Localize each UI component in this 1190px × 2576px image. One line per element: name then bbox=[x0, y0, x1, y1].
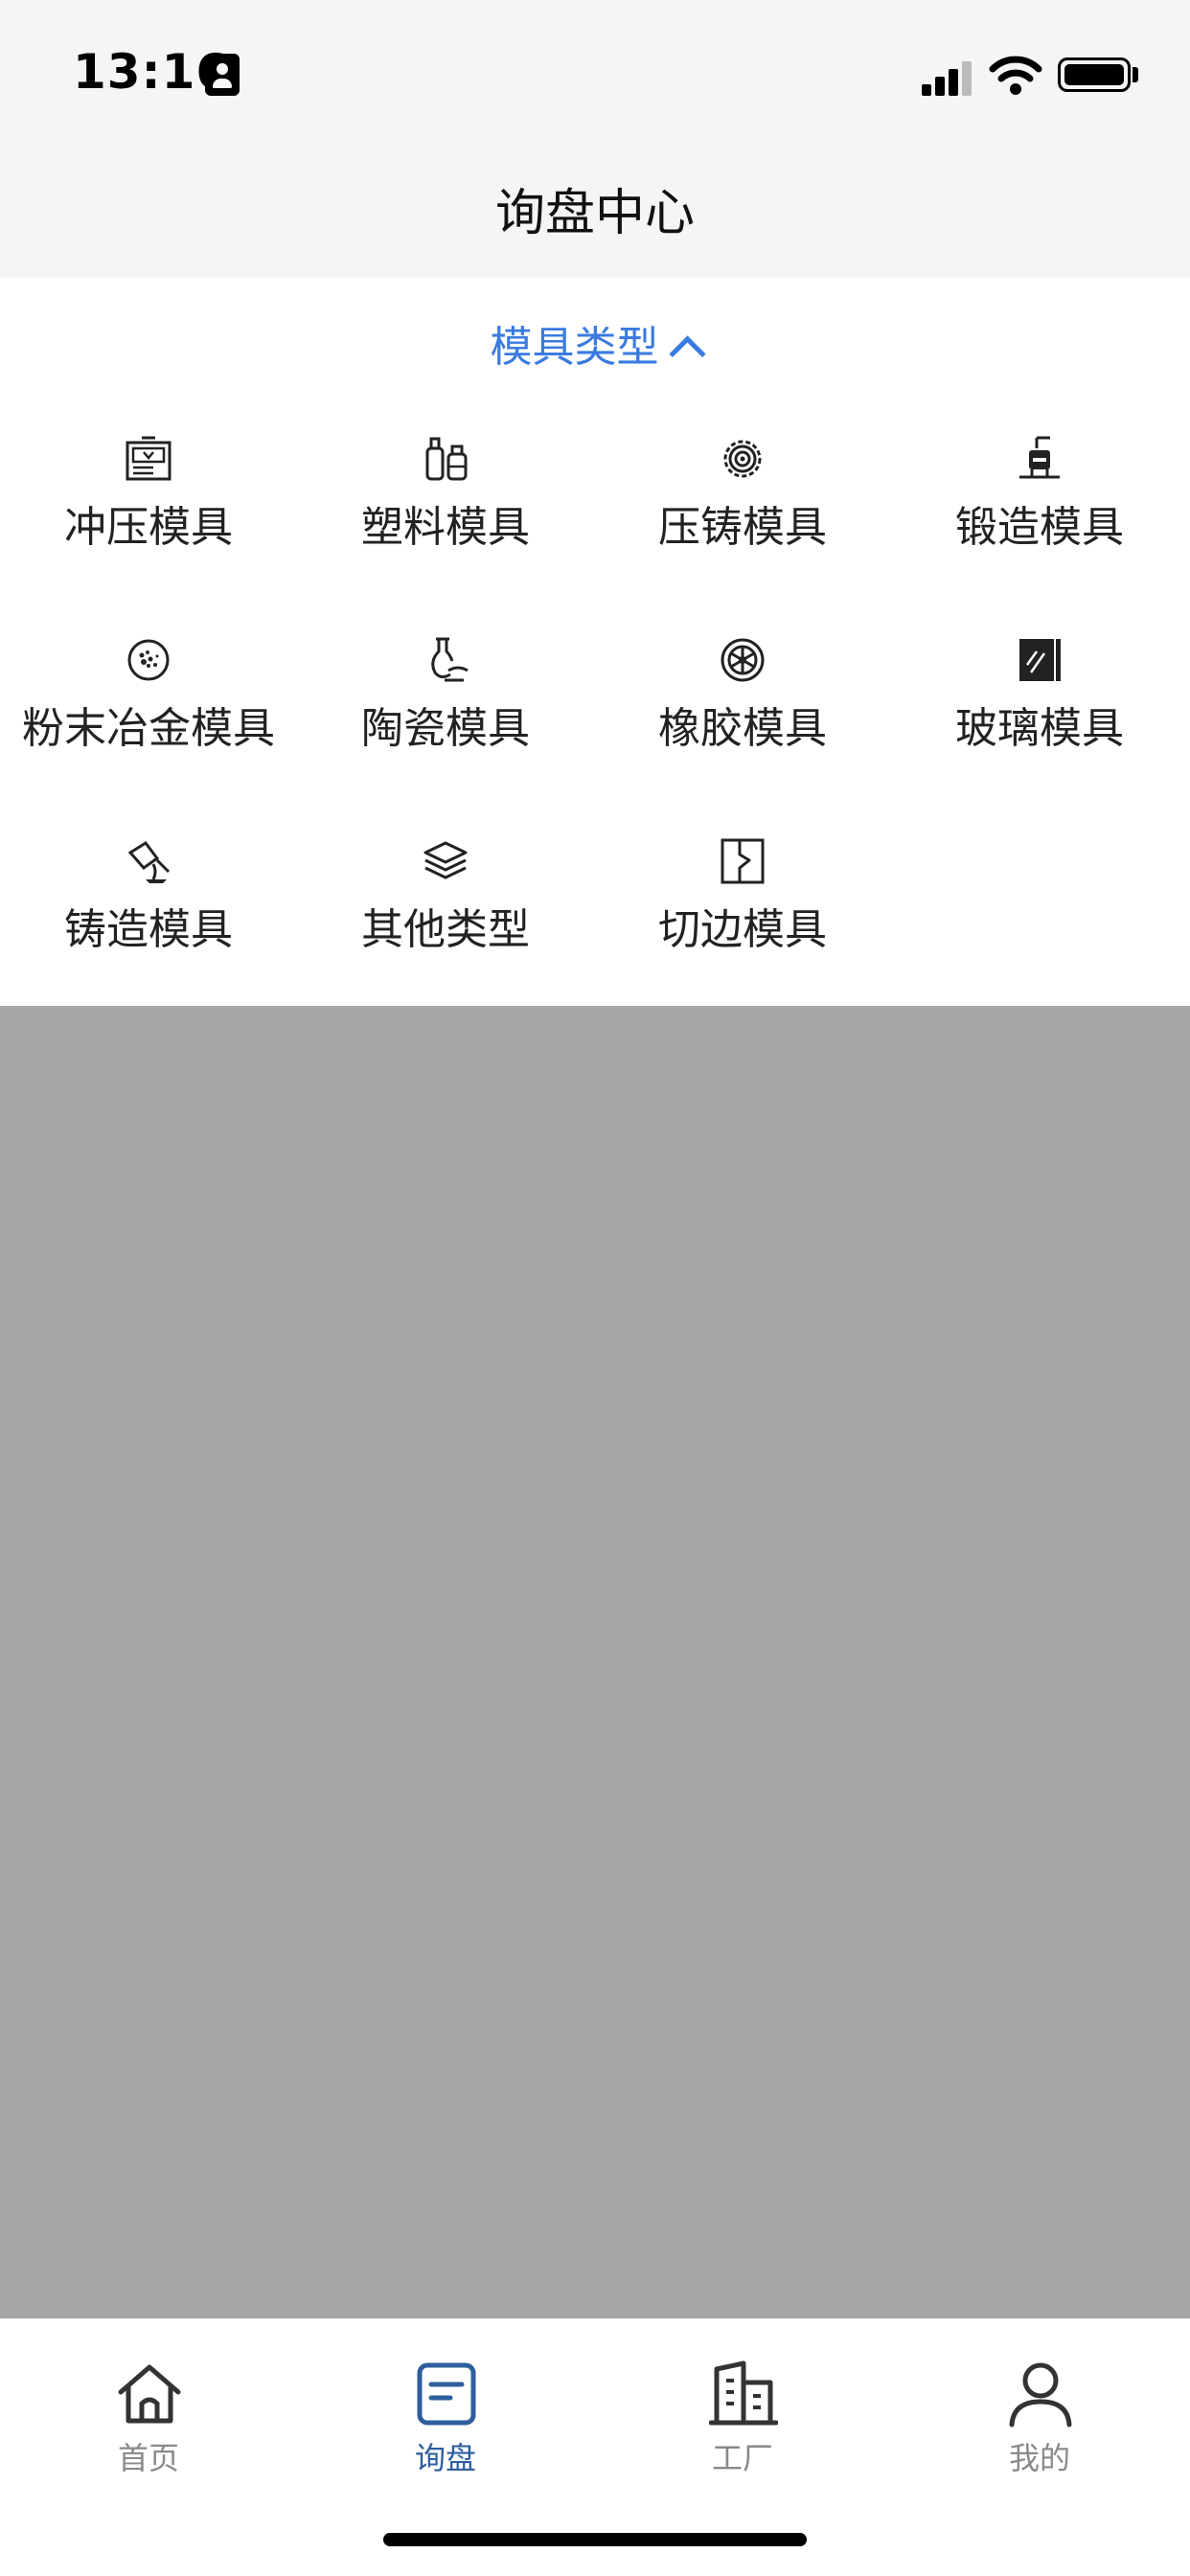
mold-type-label: 压铸模具 bbox=[658, 503, 827, 552]
mold-type-panel: 模具类型 冲压模具 塑料模具 压铸模具 锻造模具 粉末冶金模具 陶瓷模具 橡胶模… bbox=[0, 278, 1190, 1006]
home-icon bbox=[118, 2364, 181, 2424]
mold-type-item-ceramic[interactable]: 陶瓷模具 bbox=[297, 632, 594, 805]
tab-label: 首页 bbox=[117, 2440, 179, 2476]
mold-type-toggle-label: 模具类型 bbox=[490, 323, 659, 372]
mold-type-item-forging[interactable]: 锻造模具 bbox=[891, 431, 1188, 604]
trim-die-icon bbox=[721, 838, 765, 884]
contact-card-icon bbox=[205, 54, 240, 96]
mold-type-label: 切边模具 bbox=[658, 905, 827, 954]
cellular-signal-icon bbox=[922, 57, 975, 96]
mold-type-item-powder-metallurgy[interactable]: 粉末冶金模具 bbox=[0, 632, 297, 805]
tab-profile[interactable]: 我的 bbox=[891, 2338, 1188, 2476]
top-header: 13:16 询盘中心 bbox=[0, 0, 1190, 278]
page-title: 询盘中心 bbox=[494, 185, 695, 242]
mold-type-toggle[interactable]: 模具类型 bbox=[0, 312, 1190, 379]
mold-type-label: 粉末冶金模具 bbox=[22, 704, 275, 753]
forging-press-icon bbox=[1019, 436, 1060, 479]
battery-icon bbox=[1058, 57, 1131, 92]
tab-inquiry[interactable]: 询盘 bbox=[297, 2338, 594, 2476]
gear-icon bbox=[723, 440, 762, 478]
dim-overlay[interactable] bbox=[0, 1006, 1190, 2318]
mold-type-item-die-casting[interactable]: 压铸模具 bbox=[594, 431, 891, 604]
tab-home[interactable]: 首页 bbox=[0, 2338, 297, 2476]
glass-pane-icon bbox=[1019, 639, 1061, 681]
wheel-icon bbox=[721, 638, 765, 682]
factory-building-icon bbox=[709, 2360, 778, 2426]
mold-type-item-rubber[interactable]: 橡胶模具 bbox=[594, 632, 891, 805]
mold-type-item-glass[interactable]: 玻璃模具 bbox=[891, 632, 1188, 805]
mold-type-item-other[interactable]: 其他类型 bbox=[297, 833, 594, 1006]
mold-type-label: 玻璃模具 bbox=[955, 704, 1124, 753]
stamping-machine-icon bbox=[126, 436, 172, 481]
mold-type-label: 冲压模具 bbox=[64, 503, 233, 552]
tab-label: 询盘 bbox=[414, 2440, 476, 2476]
mold-type-item-plastic[interactable]: 塑料模具 bbox=[297, 431, 594, 604]
pouring-ladle-icon bbox=[127, 840, 171, 883]
mold-type-item-trimming[interactable]: 切边模具 bbox=[594, 833, 891, 1006]
home-indicator[interactable] bbox=[383, 2533, 807, 2546]
mold-type-label: 陶瓷模具 bbox=[361, 704, 530, 753]
inquiry-doc-icon bbox=[417, 2362, 476, 2426]
layers-icon bbox=[423, 841, 468, 879]
mold-type-label: 塑料模具 bbox=[361, 503, 530, 552]
mold-type-label: 铸造模具 bbox=[64, 905, 233, 954]
profile-icon bbox=[1009, 2362, 1072, 2428]
mold-type-label: 锻造模具 bbox=[955, 503, 1124, 552]
wifi-icon bbox=[989, 56, 1042, 95]
tab-label: 工厂 bbox=[711, 2440, 773, 2476]
tab-label: 我的 bbox=[1008, 2440, 1070, 2476]
ceramic-vase-icon bbox=[431, 637, 469, 682]
mold-type-item-stamping[interactable]: 冲压模具 bbox=[0, 431, 297, 604]
tab-factory[interactable]: 工厂 bbox=[594, 2338, 891, 2476]
chevron-up-icon bbox=[668, 335, 706, 373]
mold-type-item-casting[interactable]: 铸造模具 bbox=[0, 833, 297, 1006]
mold-type-label: 橡胶模具 bbox=[658, 704, 827, 753]
plastic-bottles-icon bbox=[425, 437, 468, 481]
battery-tip bbox=[1133, 67, 1138, 82]
mold-type-label: 其他类型 bbox=[361, 905, 530, 954]
powder-icon bbox=[127, 639, 170, 681]
